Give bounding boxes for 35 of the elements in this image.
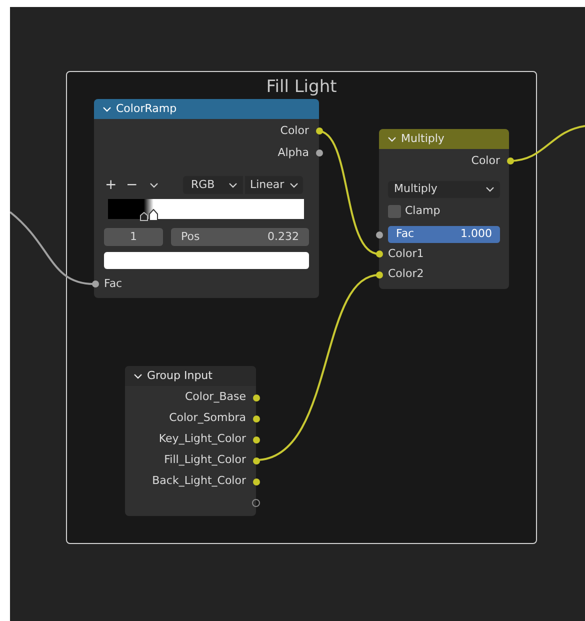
node-header[interactable]: Group Input (125, 366, 256, 386)
interpolation-dropdown[interactable]: Linear (245, 176, 303, 194)
socket-label: Fill_Light_Color (164, 452, 246, 468)
socket-label: Key_Light_Color (158, 431, 246, 448)
chevron-icon (229, 182, 237, 188)
node-header[interactable]: ColorRamp (94, 99, 319, 119)
node-title: ColorRamp (116, 100, 177, 117)
remove-stop-button[interactable]: − (126, 178, 150, 192)
socket-label: Color1 (388, 246, 424, 262)
socket-label: Back_Light_Color (152, 473, 246, 490)
node-header[interactable]: Multiply (379, 129, 509, 149)
chevron-icon (150, 182, 158, 188)
chevron-icon (290, 182, 298, 188)
position-field[interactable]: Pos 0.232 (171, 228, 309, 246)
node-title: Multiply (401, 130, 444, 147)
chevron-icon (486, 187, 494, 192)
empty-socket[interactable] (252, 498, 260, 506)
color-mode-dropdown[interactable]: RGB (183, 176, 243, 194)
socket-label: Alpha (278, 144, 309, 161)
socket-label: Color_Base (184, 389, 246, 406)
socket-label: Fac (104, 276, 122, 292)
socket-label: Color_Sombra (169, 410, 246, 426)
node-title: Group Input (147, 368, 212, 384)
socket-label: Color (471, 152, 500, 169)
clamp-checkbox[interactable] (388, 204, 401, 218)
frame-label: Fill Light (266, 76, 337, 99)
add-stop-button[interactable]: + (104, 178, 126, 192)
fac-slider[interactable]: Fac 1.000 (388, 226, 500, 243)
blend-mode-dropdown[interactable]: Multiply (388, 181, 500, 198)
socket-label: Color (280, 122, 309, 139)
stop-color-swatch[interactable] (104, 252, 309, 269)
checkbox-label: Clamp (405, 202, 440, 219)
socket-label: Color2 (388, 266, 424, 282)
color-ramp-gradient[interactable] (108, 199, 304, 219)
stop-index-field[interactable]: 1 (104, 228, 163, 246)
